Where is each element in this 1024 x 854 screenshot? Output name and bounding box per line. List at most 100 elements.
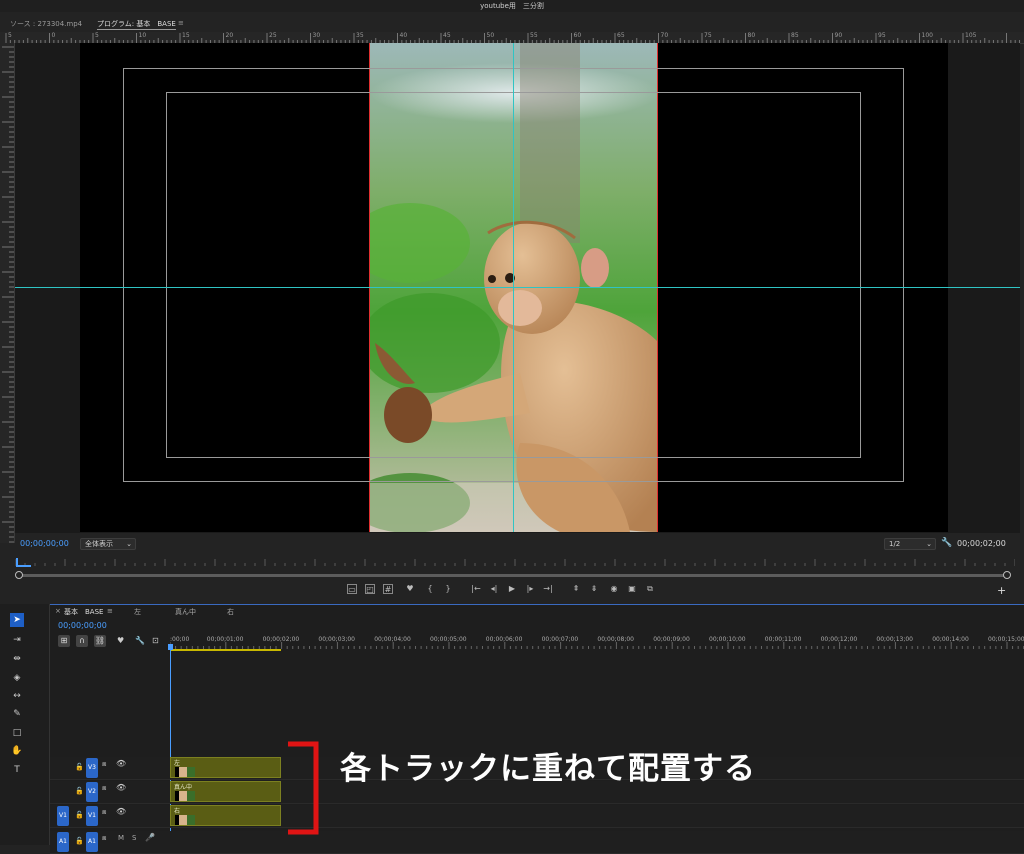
overlay-icon[interactable]: ◰ bbox=[365, 584, 375, 594]
go-to-out-icon[interactable]: →| bbox=[543, 584, 553, 594]
mute-button[interactable]: M bbox=[118, 834, 124, 842]
sequence-tab-left[interactable]: 左 bbox=[134, 607, 141, 617]
ruler-label: 90 bbox=[834, 32, 843, 39]
eye-icon[interactable]: 👁 bbox=[116, 783, 126, 792]
mark-in-icon[interactable]: { bbox=[425, 584, 435, 594]
lock-icon[interactable]: 🔓 bbox=[75, 811, 84, 819]
ruler-label: 80 bbox=[747, 32, 756, 39]
timeline-ruler-label: 00;00;06;00 bbox=[485, 636, 523, 643]
add-marker-icon[interactable]: ♥ bbox=[117, 636, 124, 645]
safe-margins-icon[interactable]: ▭ bbox=[347, 584, 357, 594]
track-target-v1[interactable]: V1 bbox=[86, 806, 98, 826]
play-icon[interactable]: ▶ bbox=[507, 584, 517, 594]
clip-v3[interactable]: 左 bbox=[170, 757, 281, 778]
panel-menu-icon[interactable]: ≡ bbox=[107, 607, 113, 615]
step-back-icon[interactable]: ◂| bbox=[489, 584, 499, 594]
ruler-label: 70 bbox=[660, 32, 669, 39]
razor-tool-icon[interactable]: ◈ bbox=[10, 671, 24, 685]
mini-time-ruler[interactable] bbox=[14, 553, 1016, 567]
clip-label: 真ん中 bbox=[174, 784, 193, 791]
annotation-bracket bbox=[288, 741, 319, 835]
monitor-header: ソース : 273304.mp4 プログラム: 基本 BASE ≡ bbox=[0, 14, 1024, 32]
eye-icon[interactable]: 👁 bbox=[116, 759, 126, 768]
horizontal-guide[interactable] bbox=[15, 287, 1020, 288]
eye-icon[interactable]: 👁 bbox=[116, 807, 126, 816]
lock-icon[interactable]: 🔓 bbox=[75, 787, 84, 795]
ripple-edit-tool-icon[interactable]: ⇹ bbox=[10, 652, 24, 666]
ruler-label: 105 bbox=[965, 32, 977, 39]
rectangle-tool-icon[interactable]: □ bbox=[10, 726, 24, 740]
extract-icon[interactable]: ⇟ bbox=[589, 584, 599, 594]
ruler-label: 60 bbox=[573, 32, 582, 39]
playhead-handle[interactable] bbox=[168, 644, 173, 650]
source-monitor-tab[interactable]: ソース : 273304.mp4 bbox=[10, 19, 82, 29]
clip-v2[interactable]: 真ん中 bbox=[170, 781, 281, 802]
linked-selection-icon[interactable]: ⛓ bbox=[94, 635, 106, 647]
transport-controls: ▭ ◰ # ♥ {} |← ◂| ▶ |▸ →| ⇞ ⇟ ◉ ▣ ⧉ bbox=[347, 584, 667, 596]
snap-magnet-icon[interactable]: ∩ bbox=[76, 635, 88, 647]
comparison-view-icon[interactable]: ▣ bbox=[627, 584, 637, 594]
ruler-label: 20 bbox=[225, 32, 234, 39]
lock-icon[interactable]: 🔓 bbox=[75, 837, 84, 845]
source-patch-v1[interactable]: V1 bbox=[57, 806, 69, 826]
timeline-timecode[interactable]: 00;00;00;00 bbox=[58, 621, 107, 630]
sequence-tab-center[interactable]: 真ん中 bbox=[175, 607, 196, 617]
lock-icon[interactable]: 🔓 bbox=[75, 763, 84, 771]
wrench-icon[interactable]: 🔧 bbox=[135, 636, 145, 645]
track-target-a1[interactable]: A1 bbox=[86, 832, 98, 852]
sync-lock-icon[interactable]: ⧈ bbox=[102, 808, 106, 817]
hand-tool-icon[interactable]: ✋ bbox=[10, 744, 24, 758]
track-target-v3[interactable]: V3 bbox=[86, 758, 98, 778]
scrollbar-handle-right[interactable] bbox=[1003, 571, 1011, 579]
ruler-label: 95 bbox=[878, 32, 886, 39]
timeline-ruler-label: 00;00;12;00 bbox=[820, 636, 858, 643]
mark-out-icon[interactable]: } bbox=[443, 584, 453, 594]
pen-tool-icon[interactable]: ✎ bbox=[10, 707, 24, 721]
zoom-scrollbar[interactable] bbox=[15, 571, 1011, 579]
chevron-down-icon: ⌄ bbox=[126, 540, 132, 548]
sync-lock-icon[interactable]: ⧈ bbox=[102, 834, 106, 843]
microphone-icon[interactable]: 🎤 bbox=[145, 833, 155, 842]
proxy-toggle-icon[interactable]: ⧉ bbox=[645, 584, 655, 594]
timeline-ruler-label: 00;00;13;00 bbox=[876, 636, 913, 643]
resolution-value: 1/2 bbox=[889, 540, 901, 548]
selection-tool-icon[interactable]: ➤ bbox=[10, 613, 24, 627]
ruler-label: 0 bbox=[51, 32, 56, 39]
track-a1[interactable] bbox=[50, 831, 1024, 854]
resolution-dropdown[interactable]: 1/2 ⌄ bbox=[884, 538, 936, 550]
sequence-tab[interactable]: 基本 BASE bbox=[64, 607, 103, 617]
lift-icon[interactable]: ⇞ bbox=[571, 584, 581, 594]
sync-lock-icon[interactable]: ⧈ bbox=[102, 784, 106, 793]
type-tool-icon[interactable]: T bbox=[10, 763, 24, 777]
track-select-tool-icon[interactable]: ⇥ bbox=[10, 633, 24, 647]
button-editor-add-button[interactable]: + bbox=[997, 584, 1006, 597]
step-forward-icon[interactable]: |▸ bbox=[525, 584, 535, 594]
marker-icon[interactable]: ♥ bbox=[405, 584, 415, 594]
clip-v1[interactable]: 右 bbox=[170, 805, 281, 826]
captions-icon[interactable]: ⊡ bbox=[152, 636, 159, 645]
export-frame-icon[interactable]: ◉ bbox=[609, 584, 619, 594]
wrench-icon[interactable]: 🔧 bbox=[941, 538, 952, 548]
insert-nest-icon[interactable]: ⊞ bbox=[58, 635, 70, 647]
panel-menu-icon[interactable]: ≡ bbox=[178, 19, 184, 27]
timeline-ruler-label: :00;00 bbox=[170, 636, 190, 643]
timeline-ruler-label: 00;00;15;00 bbox=[988, 636, 1024, 643]
source-patch-a1[interactable]: A1 bbox=[57, 832, 69, 852]
track-target-v2[interactable]: V2 bbox=[86, 782, 98, 802]
zoom-dropdown[interactable]: 全体表示 ⌄ bbox=[80, 538, 136, 550]
chevron-down-icon: ⌄ bbox=[926, 540, 932, 548]
clip-label: 右 bbox=[174, 808, 181, 815]
solo-button[interactable]: S bbox=[132, 834, 136, 842]
scrollbar-handle-left[interactable] bbox=[15, 571, 23, 579]
slip-tool-icon[interactable]: ↔ bbox=[10, 689, 24, 703]
program-monitor-tab[interactable]: プログラム: 基本 BASE bbox=[97, 19, 176, 30]
sequence-tab-right[interactable]: 右 bbox=[227, 607, 234, 617]
program-current-timecode[interactable]: 00;00;00;00 bbox=[20, 539, 69, 548]
guides-icon[interactable]: # bbox=[383, 584, 393, 594]
sync-lock-icon[interactable]: ⧈ bbox=[102, 760, 106, 769]
timeline-ruler[interactable]: :00;00 00;00;01;00 00;00;02;00 00;00;03;00 0… bbox=[170, 634, 1024, 654]
ruler-label: 55 bbox=[530, 32, 538, 39]
close-tab-icon[interactable]: × bbox=[55, 607, 61, 615]
vertical-guide[interactable] bbox=[513, 43, 514, 532]
go-to-in-icon[interactable]: |← bbox=[471, 584, 481, 594]
